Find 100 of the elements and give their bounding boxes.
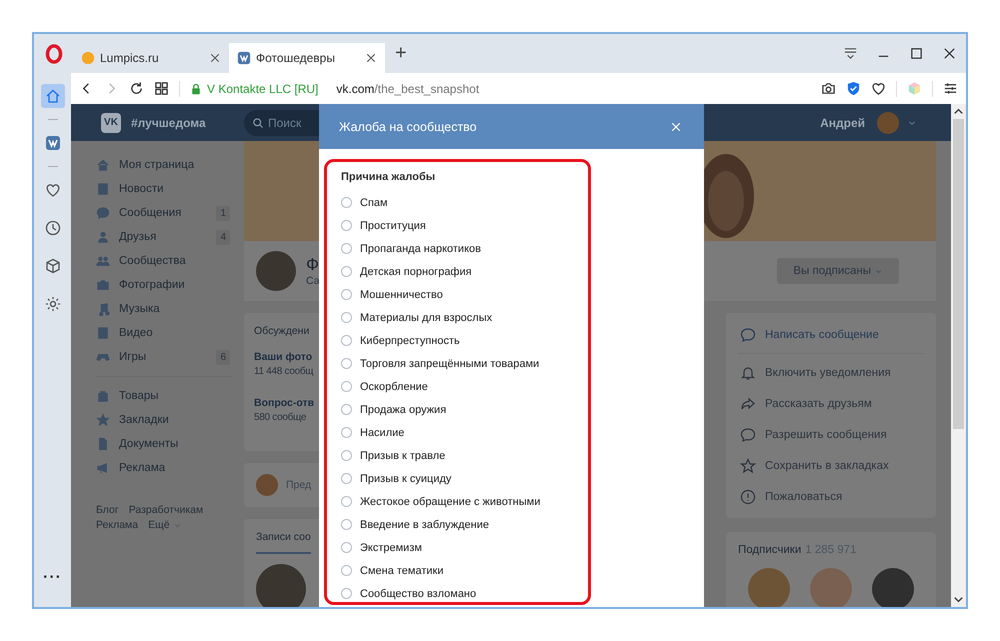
square-app-icon <box>44 135 60 151</box>
action-item[interactable]: Рассказать друзьям <box>726 388 936 419</box>
menu-item[interactable]: Сообщения 1 <box>96 201 244 225</box>
browser-tab[interactable]: Lumpics.ru <box>73 43 229 73</box>
menu-icon[interactable] <box>843 46 858 61</box>
radio-option[interactable]: Экстремизм <box>341 536 588 559</box>
radio-button[interactable] <box>341 473 352 484</box>
radio-option[interactable]: Введение в заблуждение <box>341 513 588 536</box>
close-icon[interactable] <box>365 52 377 64</box>
search-field[interactable]: Поиск <box>244 110 319 136</box>
action-item[interactable]: Сохранить в закладках <box>726 450 936 481</box>
avatar[interactable] <box>872 568 914 607</box>
browser-logo-icon[interactable] <box>44 44 64 64</box>
action-item[interactable]: Включить уведомления <box>726 357 936 388</box>
menu-item[interactable]: Сообщества <box>96 249 244 273</box>
radio-button[interactable] <box>341 496 352 507</box>
shield-icon[interactable] <box>846 81 861 96</box>
card-title[interactable]: Подписчики <box>738 544 802 556</box>
browser-tab[interactable]: Фотошедевры <box>229 43 385 73</box>
radio-button[interactable] <box>341 427 352 438</box>
radio-button[interactable] <box>341 335 352 346</box>
menu-item[interactable]: Музыка <box>96 297 244 321</box>
posts-tab[interactable]: Записи соо <box>256 531 311 554</box>
new-tab-button[interactable]: + <box>395 42 407 65</box>
menu-item[interactable]: Моя страница <box>96 153 244 177</box>
film-icon <box>96 326 110 340</box>
community-avatar[interactable] <box>256 251 296 291</box>
radio-option[interactable]: Продажа оружия <box>341 398 588 421</box>
menu-item[interactable]: Реклама <box>96 456 244 480</box>
radio-button[interactable] <box>341 404 352 415</box>
cube-icon <box>44 258 60 274</box>
radio-button[interactable] <box>341 312 352 323</box>
radio-option[interactable]: Призыв к суициду <box>341 467 588 490</box>
settings-sliders-icon[interactable] <box>943 81 958 96</box>
maximize-icon[interactable] <box>909 46 924 61</box>
menu-item[interactable]: Товары <box>96 384 244 408</box>
menu-item[interactable]: Новости <box>96 177 244 201</box>
radio-button[interactable] <box>341 381 352 392</box>
footer-link[interactable]: Реклама <box>96 519 138 531</box>
subscribed-button[interactable]: Вы подписаны <box>777 258 899 284</box>
bell-icon <box>740 364 756 380</box>
menu-item[interactable]: Закладки <box>96 408 244 432</box>
reload-icon[interactable] <box>129 81 144 96</box>
radio-button[interactable] <box>341 289 352 300</box>
avatar[interactable] <box>877 112 899 134</box>
radio-button[interactable] <box>341 519 352 530</box>
grid-icon[interactable] <box>154 81 169 96</box>
close-icon[interactable] <box>942 46 957 61</box>
radio-option[interactable]: Проституция <box>341 214 588 237</box>
radio-button[interactable] <box>341 588 352 599</box>
radio-button[interactable] <box>341 542 352 553</box>
tab-title: Lumpics.ru <box>100 51 160 65</box>
menu-item[interactable]: Документы <box>96 432 244 456</box>
more-button[interactable]: ··· <box>43 569 62 587</box>
footer-link[interactable]: Разработчикам <box>128 504 204 516</box>
radio-option[interactable]: Сообщество взломано <box>341 582 588 605</box>
home-icon <box>44 88 60 104</box>
menu-item[interactable]: Видео <box>96 321 244 345</box>
address-field[interactable]: vk.com/the_best_snapshot <box>336 82 480 96</box>
radio-option[interactable]: Материалы для взрослых <box>341 306 588 329</box>
radio-option[interactable]: Оскорбление <box>341 375 588 398</box>
menu-item[interactable]: Фотографии <box>96 273 244 297</box>
radio-option[interactable]: Детская порнография <box>341 260 588 283</box>
avatar[interactable] <box>748 568 790 607</box>
footer-link[interactable]: Ещё <box>148 519 182 531</box>
newspaper-icon <box>96 182 110 196</box>
radio-button[interactable] <box>341 565 352 576</box>
radio-option[interactable]: Насилие <box>341 421 588 444</box>
radio-button[interactable] <box>341 243 352 254</box>
radio-button[interactable] <box>341 266 352 277</box>
radio-option[interactable]: Пропаганда наркотиков <box>341 237 588 260</box>
menu-item[interactable]: Друзья 4 <box>96 225 244 249</box>
sidebar-button[interactable] <box>40 84 64 108</box>
scrollbar[interactable] <box>951 104 966 607</box>
action-item[interactable]: Пожаловаться <box>726 481 936 512</box>
radio-option[interactable]: Киберпреступность <box>341 329 588 352</box>
action-item[interactable]: Разрешить сообщения <box>726 419 936 450</box>
footer-link[interactable]: Блог <box>96 504 119 516</box>
radio-option[interactable]: Призыв к травле <box>341 444 588 467</box>
radio-button[interactable] <box>341 450 352 461</box>
close-icon[interactable] <box>209 52 221 64</box>
community-tag[interactable]: #лучшедома <box>131 116 206 130</box>
camera-icon[interactable] <box>821 81 836 96</box>
menu-item[interactable]: Игры 6 <box>96 345 244 369</box>
logo[interactable]: VK <box>101 112 121 132</box>
radio-option[interactable]: Жестокое обращение с животными <box>341 490 588 513</box>
action-item[interactable]: Написать сообщение <box>726 319 936 350</box>
radio-option[interactable]: Мошенничество <box>341 283 588 306</box>
radio-button[interactable] <box>341 220 352 231</box>
post-placeholder[interactable]: Пред <box>286 479 312 491</box>
user-name[interactable]: Андрей <box>820 116 865 130</box>
heart-icon[interactable] <box>871 81 886 96</box>
radio-option[interactable]: Торговля запрещёнными товарами <box>341 352 588 375</box>
person-icon <box>96 230 110 244</box>
radio-option[interactable]: Смена тематики <box>341 559 588 582</box>
security-label[interactable]: V Kontakte LLC [RU] <box>207 82 318 96</box>
square-app-icon <box>237 51 251 65</box>
radio-option[interactable]: Спам <box>341 191 588 214</box>
radio-button[interactable] <box>341 197 352 208</box>
radio-button[interactable] <box>341 358 352 369</box>
